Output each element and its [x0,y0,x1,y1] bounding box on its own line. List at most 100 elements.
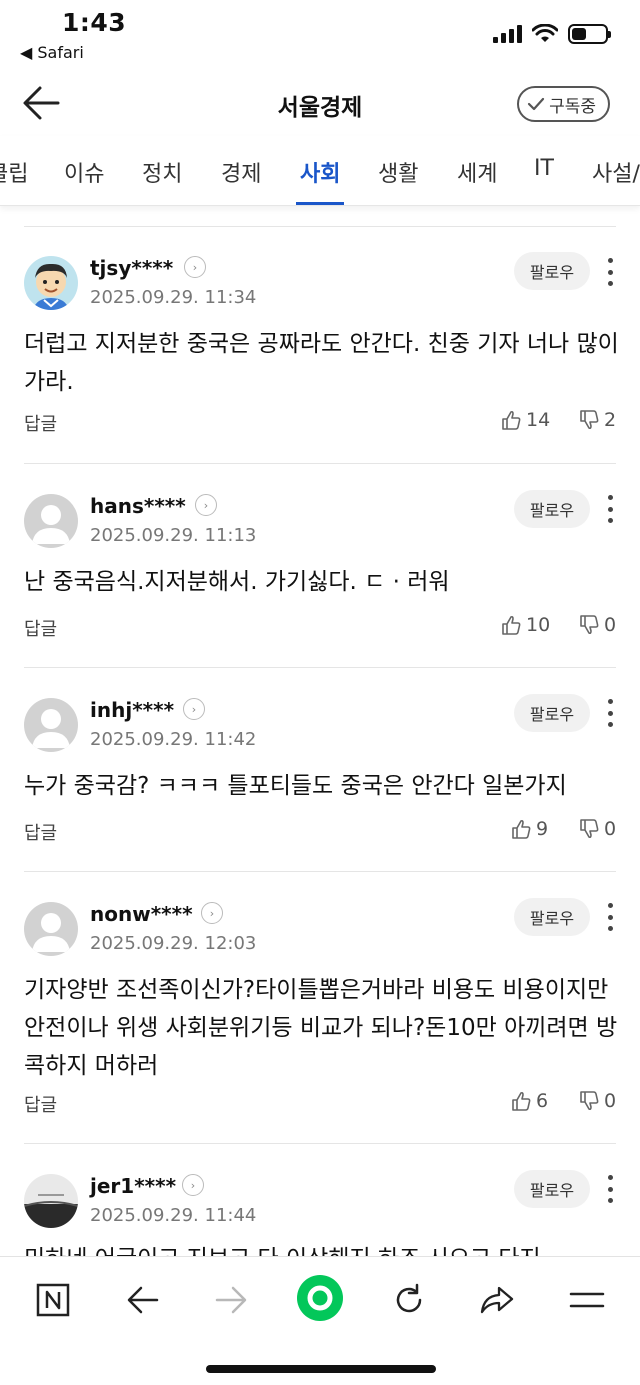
username[interactable]: tjsy**** [90,256,173,280]
username[interactable]: nonw**** [90,902,193,926]
more-options-icon[interactable] [604,258,616,286]
divider [24,1143,616,1144]
back-button[interactable] [118,1275,168,1325]
cartoon-avatar-icon [24,256,78,310]
chevron-right-icon[interactable]: › [182,1174,204,1196]
thumbs-up-icon [512,819,531,839]
thumbs-down-icon [580,615,599,635]
divider [24,226,616,227]
default-avatar-icon [24,902,78,956]
forward-button[interactable] [206,1275,256,1325]
tab-issue[interactable]: 이슈 [64,156,104,188]
like-button[interactable]: 6 [510,1090,548,1112]
thumbs-up-icon [512,1091,531,1111]
tab-economy[interactable]: 경제 [221,156,261,188]
battery-level [572,28,587,40]
tab-world[interactable]: 세계 [457,156,497,188]
like-button[interactable]: 14 [500,409,550,431]
green-dot-button[interactable] [295,1273,345,1323]
subscribe-button[interactable]: 구독중 [517,86,610,122]
dislike-button[interactable]: 0 [578,1090,616,1112]
green-dot-icon [297,1275,343,1321]
divider [24,463,616,464]
status-time: 1:43 [62,8,127,37]
reply-button[interactable]: 답글 [24,615,57,641]
like-count: 9 [536,818,549,840]
home-indicator [206,1365,436,1373]
share-icon [480,1286,514,1314]
bottom-toolbar [0,1256,640,1385]
comment-text: 미하네 어글이고 지보고 다 이상해지 하죠 시으고 다지 [24,1240,620,1256]
like-button[interactable]: 9 [510,818,548,840]
username[interactable]: hans**** [90,494,186,518]
follow-button[interactable]: 팔로우 [514,490,590,528]
default-avatar-icon [24,494,78,548]
comment-text: 누가 중국감? ㅋㅋㅋ 틀포티들도 중국은 안간다 일본가지 [24,773,567,799]
chevron-right-icon[interactable]: › [184,256,206,278]
timestamp: 2025.09.29. 11:44 [90,1205,257,1226]
timestamp: 2025.09.29. 11:42 [90,729,257,750]
avatar[interactable] [24,256,78,310]
dislike-count: 0 [604,818,617,840]
thumbs-down-icon [580,819,599,839]
comment-text: 기자양반 조선족이신가?타이틀뽑은거바라 비용도 비용이지만 안전이나 위생 사… [24,977,618,1079]
username[interactable]: inhj**** [90,698,174,722]
dislike-count: 2 [604,409,617,431]
back-to-safari-link[interactable]: ◀ Safari [20,43,84,62]
avatar[interactable] [24,902,78,956]
app-header: 서울경제 구독중 [0,70,640,136]
follow-button[interactable]: 팔로우 [514,252,590,290]
status-bar: 1:43 ◀ Safari [0,0,640,70]
more-options-icon[interactable] [604,903,616,931]
tab-society[interactable]: 사회 [300,156,340,188]
comment-list[interactable]: tjsy**** › 2025.09.29. 11:34 팔로우 더럽고 지저분… [0,206,640,1256]
menu-icon [569,1292,605,1308]
dislike-button[interactable]: 2 [578,409,616,431]
like-count: 6 [536,1090,549,1112]
tab-it[interactable]: IT [534,156,554,181]
follow-button[interactable]: 팔로우 [514,898,590,936]
follow-button[interactable]: 팔로우 [514,1170,590,1208]
cellular-signal-icon [493,25,522,43]
forward-icon [215,1286,247,1314]
dislike-button[interactable]: 0 [578,614,616,636]
like-button[interactable]: 10 [500,614,550,636]
tab-politics[interactable]: 정치 [142,156,182,188]
timestamp: 2025.09.29. 12:03 [90,933,257,954]
comment-text: 난 중국음식.지저분해서. 가기싫다. ㄷ · 러워 [24,569,450,595]
naver-home-icon [36,1283,70,1317]
back-icon [127,1286,159,1314]
category-tabs: 클립 이슈 정치 경제 사회 생활 세계 IT 사설/ [0,136,640,206]
tab-life[interactable]: 생활 [378,156,418,188]
check-icon [527,97,545,111]
avatar[interactable] [24,494,78,548]
username[interactable]: jer1**** [90,1174,176,1198]
more-options-icon[interactable] [604,699,616,727]
tab-clip[interactable]: 클립 [0,156,28,188]
tab-editorial[interactable]: 사설/ [592,156,640,188]
dislike-button[interactable]: 0 [578,818,616,840]
chevron-right-icon[interactable]: › [201,902,223,924]
avatar[interactable] [24,1174,78,1228]
more-options-icon[interactable] [604,1175,616,1203]
more-options-icon[interactable] [604,495,616,523]
divider [24,871,616,872]
chevron-right-icon[interactable]: › [183,698,205,720]
wifi-icon [532,24,558,42]
naver-home-button[interactable] [28,1275,78,1325]
share-button[interactable] [472,1275,522,1325]
default-avatar-icon [24,698,78,752]
reload-button[interactable] [384,1275,434,1325]
follow-button[interactable]: 팔로우 [514,694,590,732]
chevron-right-icon[interactable]: › [195,494,217,516]
reply-button[interactable]: 답글 [24,410,57,436]
subscribe-label: 구독중 [549,96,596,117]
avatar[interactable] [24,698,78,752]
dislike-count: 0 [604,614,617,636]
thumbs-down-icon [580,1091,599,1111]
menu-button[interactable] [562,1275,612,1325]
reply-button[interactable]: 답글 [24,819,57,845]
photo-avatar-icon [24,1174,78,1228]
reply-button[interactable]: 답글 [24,1091,57,1117]
reload-icon [396,1283,422,1313]
